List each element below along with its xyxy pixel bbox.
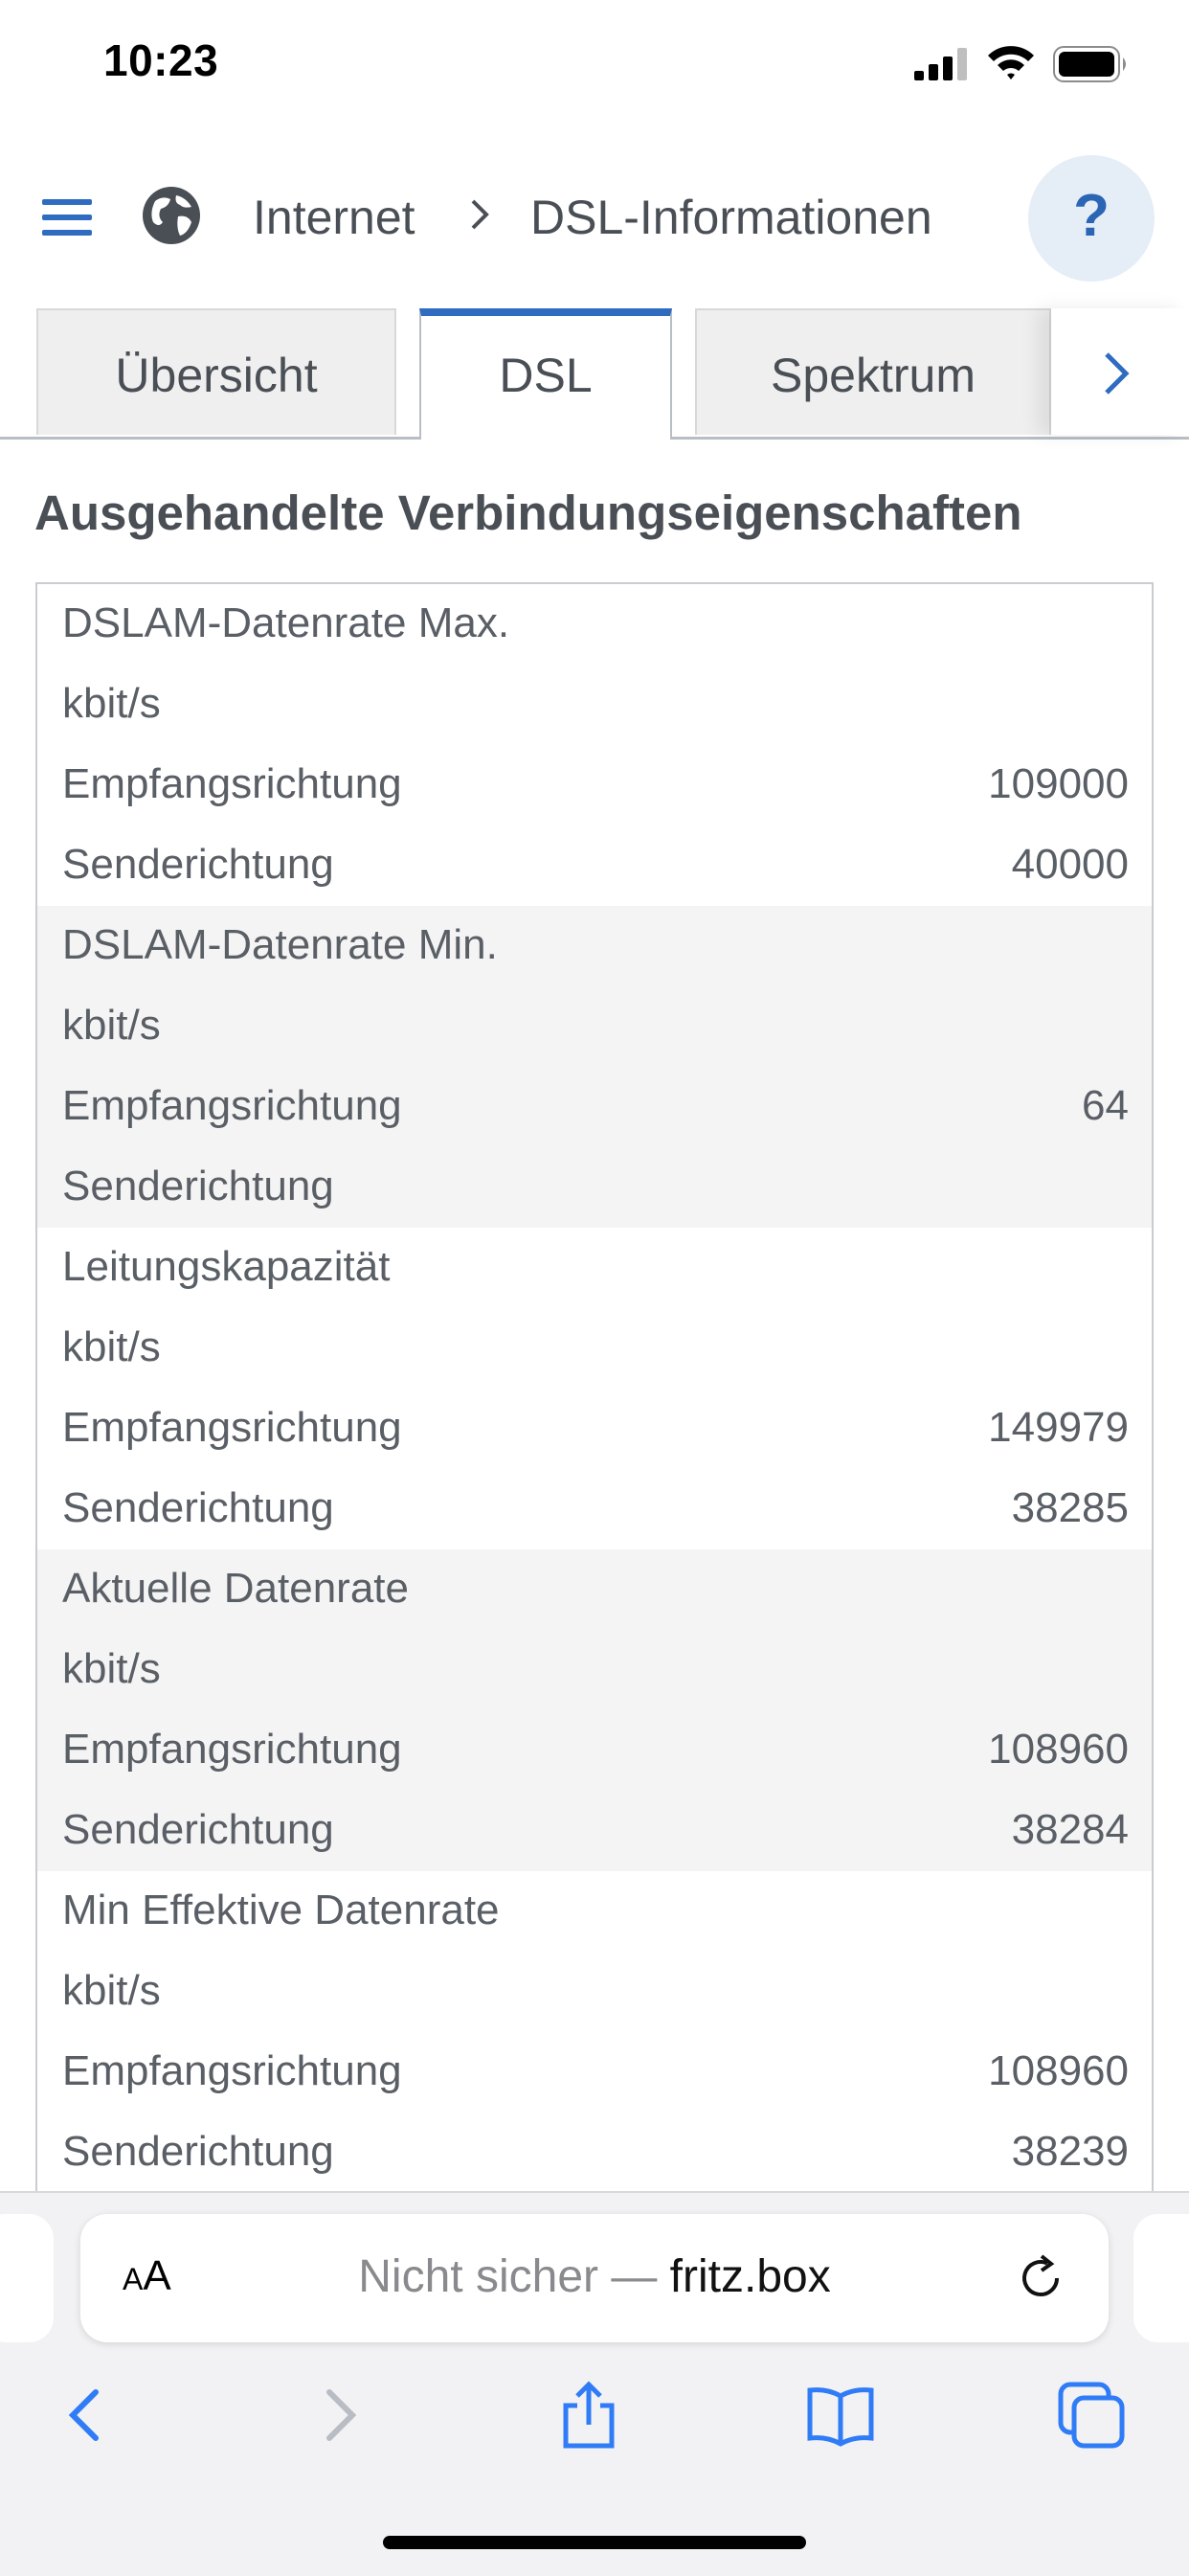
group-title: Min Effektive Datenrate xyxy=(62,1887,500,1933)
chevron-right-icon xyxy=(471,199,489,230)
reload-icon[interactable] xyxy=(1015,2252,1066,2304)
wifi-icon xyxy=(988,46,1034,79)
tx-value: 38239 xyxy=(1011,2128,1129,2175)
rx-value: 64 xyxy=(1082,1082,1129,1129)
home-indicator xyxy=(383,2536,806,2549)
group-title: DSLAM-Datenrate Max. xyxy=(62,599,510,646)
table-row: Senderichtung 38239 xyxy=(37,2113,1152,2191)
table-row: Empfangsrichtung 149979 xyxy=(37,1389,1152,1469)
table-row: Senderichtung 38285 xyxy=(37,1469,1152,1549)
tx-label: Senderichtung xyxy=(62,841,334,888)
table-row: kbit/s xyxy=(37,1630,1152,1710)
table-row: Empfangsrichtung 108960 xyxy=(37,2032,1152,2113)
unit-label: kbit/s xyxy=(62,1967,161,2014)
unit-label: kbit/s xyxy=(62,680,161,727)
globe-icon xyxy=(143,187,200,244)
tab-dsl[interactable]: DSL xyxy=(419,308,672,440)
rx-value: 149979 xyxy=(988,1404,1129,1451)
connection-properties-table: DSLAM-Datenrate Max. kbit/s Empfangsrich… xyxy=(35,582,1154,2191)
help-label: ? xyxy=(1073,183,1110,249)
unit-label: kbit/s xyxy=(62,1645,161,1692)
rx-label: Empfangsrichtung xyxy=(62,1404,402,1451)
help-button[interactable]: ? xyxy=(1028,155,1155,282)
tab-bar: Übersicht DSL Spektrum xyxy=(0,308,1189,440)
table-row: kbit/s xyxy=(37,986,1152,1067)
table-group-line-capacity: Leitungskapazität kbit/s Empfangsrichtun… xyxy=(37,1228,1152,1549)
battery-icon xyxy=(1053,46,1126,82)
back-icon[interactable] xyxy=(46,2377,123,2453)
url-text: Nicht sicher — fritz.box xyxy=(80,2250,1109,2303)
table-group-dslam-min: DSLAM-Datenrate Min. kbit/s Empfangsrich… xyxy=(37,906,1152,1228)
status-time: 10:23 xyxy=(103,35,219,85)
address-bar[interactable]: AA Nicht sicher — fritz.box xyxy=(80,2214,1109,2342)
tab-uebersicht[interactable]: Übersicht xyxy=(36,308,396,435)
tx-label: Senderichtung xyxy=(62,1163,334,1209)
tabs-scroll-right-button[interactable] xyxy=(1051,308,1189,435)
tabs-overview-icon[interactable] xyxy=(1053,2377,1130,2453)
forward-icon[interactable] xyxy=(303,2377,379,2453)
group-title: Leitungskapazität xyxy=(62,1243,391,1290)
hamburger-menu-icon[interactable] xyxy=(38,193,96,241)
previous-tab-preview[interactable] xyxy=(0,2214,54,2342)
table-row: DSLAM-Datenrate Max. xyxy=(37,584,1152,665)
share-icon[interactable] xyxy=(550,2377,627,2453)
table-row: Senderichtung 40000 xyxy=(37,825,1152,906)
table-row: Empfangsrichtung 64 xyxy=(37,1067,1152,1147)
unit-label: kbit/s xyxy=(62,1323,161,1370)
table-row: kbit/s xyxy=(37,1952,1152,2032)
chevron-right-icon xyxy=(1105,352,1130,395)
status-bar: 10:23 xyxy=(0,0,1189,134)
rx-label: Empfangsrichtung xyxy=(62,1726,402,1773)
breadcrumb-internet[interactable]: Internet xyxy=(253,190,415,245)
rx-label: Empfangsrichtung xyxy=(62,2047,402,2094)
tx-label: Senderichtung xyxy=(62,1484,334,1531)
rx-label: Empfangsrichtung xyxy=(62,760,402,807)
rx-value: 108960 xyxy=(988,1726,1129,1773)
table-row: Empfangsrichtung 109000 xyxy=(37,745,1152,825)
rx-value: 108960 xyxy=(988,2047,1129,2094)
table-group-current-rate: Aktuelle Datenrate kbit/s Empfangsrichtu… xyxy=(37,1549,1152,1871)
cellular-signal-icon xyxy=(914,48,967,80)
group-title: DSLAM-Datenrate Min. xyxy=(62,921,498,968)
table-group-dslam-max: DSLAM-Datenrate Max. kbit/s Empfangsrich… xyxy=(37,584,1152,906)
url-host: fritz.box xyxy=(669,2251,831,2302)
tab-spektrum[interactable]: Spektrum xyxy=(695,308,1051,435)
group-title: Aktuelle Datenrate xyxy=(62,1565,409,1612)
page-header: Internet DSL-Informationen ? xyxy=(0,144,1189,297)
table-row: DSLAM-Datenrate Min. xyxy=(37,906,1152,986)
table-row: Min Effektive Datenrate xyxy=(37,1871,1152,1952)
next-tab-preview[interactable] xyxy=(1133,2214,1189,2342)
table-row: Senderichtung xyxy=(37,1147,1152,1228)
table-group-min-effective-rate: Min Effektive Datenrate kbit/s Empfangsr… xyxy=(37,1871,1152,2191)
table-row: kbit/s xyxy=(37,665,1152,745)
not-secure-label: Nicht sicher — xyxy=(358,2251,670,2302)
browser-bottom-bar: AA Nicht sicher — fritz.box xyxy=(0,2191,1189,2576)
section-title: Ausgehandelte Verbindungseigenschaften xyxy=(34,486,1022,540)
table-row: Empfangsrichtung 108960 xyxy=(37,1710,1152,1791)
tx-value: 38284 xyxy=(1011,1806,1129,1853)
table-row: Aktuelle Datenrate xyxy=(37,1549,1152,1630)
table-row: Leitungskapazität xyxy=(37,1228,1152,1308)
table-row: Senderichtung 38284 xyxy=(37,1791,1152,1871)
tx-label: Senderichtung xyxy=(62,2128,334,2175)
table-row: kbit/s xyxy=(37,1308,1152,1389)
breadcrumb-current: DSL-Informationen xyxy=(530,191,932,244)
rx-label: Empfangsrichtung xyxy=(62,1082,402,1129)
unit-label: kbit/s xyxy=(62,1002,161,1049)
tx-value: 38285 xyxy=(1011,1484,1129,1531)
tx-label: Senderichtung xyxy=(62,1806,334,1853)
rx-value: 109000 xyxy=(988,760,1129,807)
bookmarks-icon[interactable] xyxy=(802,2377,879,2453)
tx-value: 40000 xyxy=(1011,841,1129,888)
